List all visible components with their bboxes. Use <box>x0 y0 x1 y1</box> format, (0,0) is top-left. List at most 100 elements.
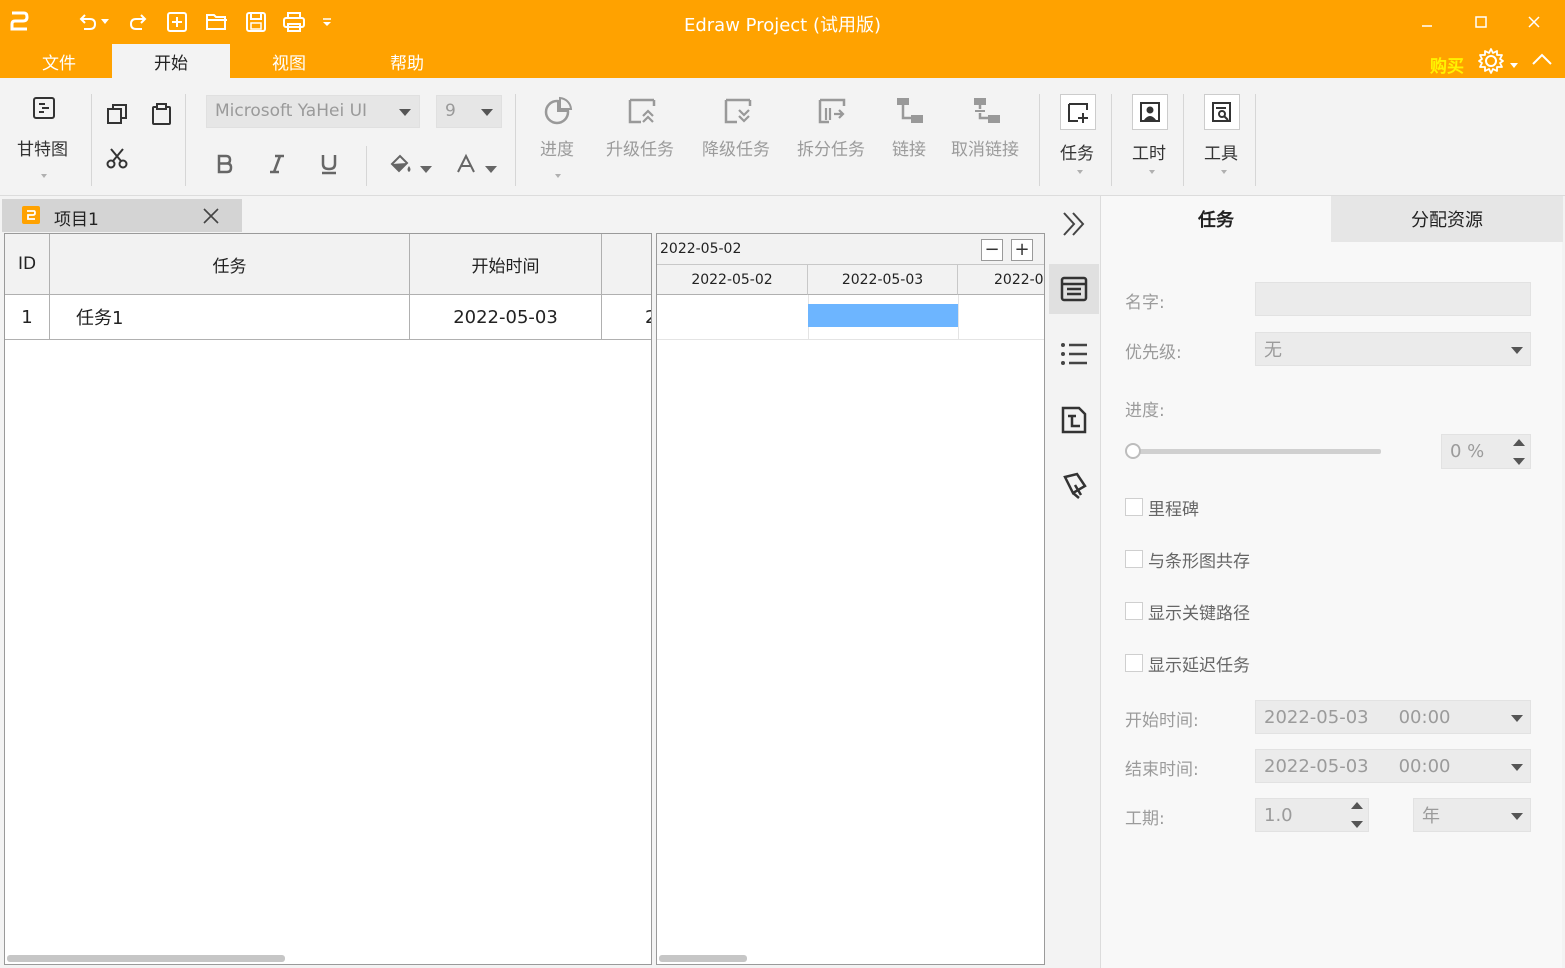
critical-path-checkbox[interactable] <box>1125 602 1143 620</box>
end-date-value: 2022-05-03 <box>1264 755 1369 777</box>
task-note-icon[interactable] <box>1049 395 1099 445</box>
spin-down-icon[interactable] <box>1351 821 1363 828</box>
delayed-task-label[interactable]: 显示延迟任务 <box>1148 651 1250 676</box>
maximize-button[interactable] <box>1466 8 1496 36</box>
cut-icon[interactable] <box>105 146 131 172</box>
coexist-bar-label[interactable]: 与条形图共存 <box>1148 547 1250 572</box>
critical-path-label[interactable]: 显示关键路径 <box>1148 599 1250 624</box>
progress-slider-track[interactable] <box>1133 449 1381 454</box>
gantt-task-bar[interactable] <box>808 304 958 327</box>
underline-icon[interactable] <box>317 152 343 178</box>
tab-view[interactable]: 视图 <box>230 44 348 78</box>
close-tab-icon[interactable] <box>202 207 220 225</box>
italic-icon[interactable] <box>265 152 291 178</box>
font-family-select[interactable]: Microsoft YaHei UI <box>206 95 420 128</box>
split-task-label[interactable]: 拆分任务 <box>797 135 865 160</box>
font-family-value: Microsoft YaHei UI <box>215 101 368 121</box>
priority-select[interactable]: 无 <box>1255 332 1531 366</box>
gantt-chart-icon[interactable] <box>32 96 58 122</box>
font-size-select[interactable]: 9 <box>436 95 502 128</box>
document-tab[interactable]: 项目1 <box>2 199 242 232</box>
name-field[interactable] <box>1255 282 1531 316</box>
spin-down-icon[interactable] <box>1513 458 1525 465</box>
format-brush-icon[interactable] <box>1049 461 1099 511</box>
gantt-horizontal-scrollbar[interactable] <box>659 955 747 962</box>
link-task-icon[interactable] <box>895 96 925 126</box>
cell-id[interactable]: 1 <box>5 295 50 340</box>
task-dropdown-caret[interactable] <box>1077 170 1083 174</box>
paste-icon[interactable] <box>150 102 176 128</box>
milestone-label[interactable]: 里程碑 <box>1148 495 1199 520</box>
table-horizontal-scrollbar[interactable] <box>7 955 285 962</box>
progress-spinbox[interactable]: 0 % <box>1441 434 1531 469</box>
minimize-button[interactable] <box>1412 8 1442 36</box>
settings-gear-icon[interactable] <box>1476 46 1508 76</box>
tools-label[interactable]: 工具 <box>1204 139 1238 164</box>
progress-dropdown-caret[interactable] <box>555 174 561 178</box>
document-tab-title: 项目1 <box>54 210 99 230</box>
worktime-dropdown-caret[interactable] <box>1149 170 1155 174</box>
copy-icon[interactable] <box>105 102 131 128</box>
link-task-label[interactable]: 链接 <box>892 135 926 160</box>
task-insert-icon[interactable] <box>1060 94 1096 130</box>
tab-home[interactable]: 开始 <box>112 44 230 78</box>
spin-buttons[interactable] <box>1351 802 1365 828</box>
buy-link[interactable]: 购买 <box>1430 52 1464 77</box>
tools-icon[interactable] <box>1204 94 1240 130</box>
spin-up-icon[interactable] <box>1513 439 1525 446</box>
column-header-next[interactable] <box>602 234 651 295</box>
fill-color-dropdown-icon[interactable] <box>420 162 432 173</box>
settings-dropdown-icon[interactable] <box>1510 57 1520 68</box>
tools-dropdown-caret[interactable] <box>1221 170 1227 174</box>
bold-icon[interactable] <box>212 152 238 178</box>
promote-task-label[interactable]: 升级任务 <box>606 135 674 160</box>
column-header-start[interactable]: 开始时间 <box>410 234 602 295</box>
font-color-dropdown-icon[interactable] <box>485 162 497 173</box>
ribbon-separator <box>1111 94 1112 186</box>
gantt-dropdown-caret[interactable] <box>41 174 47 178</box>
cell-start-time[interactable]: 2022-05-03 <box>410 295 602 340</box>
tab-file[interactable]: 文件 <box>0 44 118 78</box>
demote-task-label[interactable]: 降级任务 <box>702 135 770 160</box>
worktime-resource-icon[interactable] <box>1132 94 1168 130</box>
promote-task-icon[interactable] <box>627 96 657 126</box>
column-header-id[interactable]: ID <box>5 234 50 295</box>
gantt-chart-label[interactable]: 甘特图 <box>17 135 68 160</box>
spin-buttons[interactable] <box>1513 439 1527 465</box>
task-properties-icon[interactable] <box>1049 264 1099 314</box>
unlink-task-label[interactable]: 取消链接 <box>951 135 1019 160</box>
milestone-checkbox[interactable] <box>1125 498 1143 516</box>
panel-tab-task[interactable]: 任务 <box>1101 196 1331 242</box>
progress-pie-icon[interactable] <box>543 96 573 126</box>
duration-unit-select[interactable]: 年 <box>1413 798 1531 832</box>
fill-color-icon[interactable] <box>388 152 414 178</box>
priority-value: 无 <box>1264 340 1282 361</box>
cell-truncated[interactable]: 2 <box>602 295 651 340</box>
start-time-picker[interactable]: 2022-05-03 00:00 <box>1255 700 1531 734</box>
duration-spinbox[interactable]: 1.0 <box>1255 798 1369 832</box>
column-header-task[interactable]: 任务 <box>50 234 410 295</box>
spin-up-icon[interactable] <box>1351 802 1363 809</box>
progress-label[interactable]: 进度 <box>540 135 574 160</box>
cell-task-name[interactable]: 任务1 <box>50 295 410 340</box>
panel-tab-assign-resource[interactable]: 分配资源 <box>1331 196 1563 242</box>
list-view-icon[interactable] <box>1049 329 1099 379</box>
duration-value: 1.0 <box>1264 804 1293 826</box>
font-color-icon[interactable] <box>454 152 480 178</box>
progress-slider-thumb[interactable] <box>1125 443 1141 459</box>
tab-help[interactable]: 帮助 <box>348 44 466 78</box>
delayed-task-checkbox[interactable] <box>1125 654 1143 672</box>
task-label[interactable]: 任务 <box>1060 139 1094 164</box>
coexist-bar-checkbox[interactable] <box>1125 550 1143 568</box>
collapse-ribbon-icon[interactable] <box>1530 48 1556 74</box>
split-task-icon[interactable] <box>817 96 847 126</box>
demote-task-icon[interactable] <box>723 96 753 126</box>
unlink-task-icon[interactable] <box>972 96 1002 126</box>
zoom-in-button[interactable]: + <box>1011 239 1033 261</box>
zoom-out-button[interactable]: − <box>981 239 1003 261</box>
collapse-panel-icon[interactable] <box>1049 199 1099 249</box>
close-button[interactable] <box>1519 8 1549 36</box>
worktime-label[interactable]: 工时 <box>1132 139 1166 164</box>
end-time-picker[interactable]: 2022-05-03 00:00 <box>1255 749 1531 783</box>
ribbon-separator <box>366 146 367 186</box>
